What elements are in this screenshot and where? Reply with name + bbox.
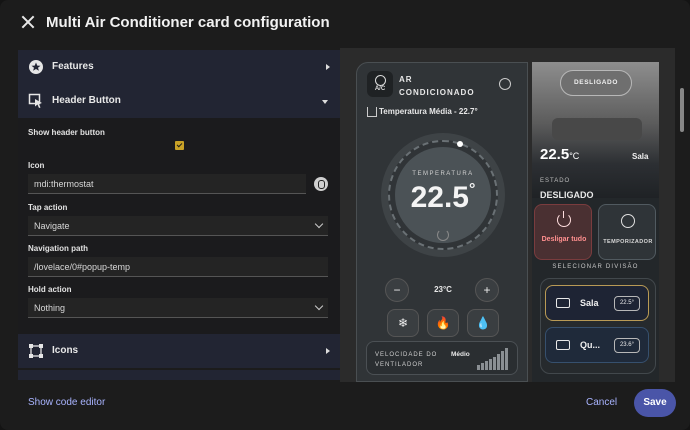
estado-value: DESLIGADO bbox=[540, 190, 594, 200]
timer-button[interactable]: TEMPORIZADOR bbox=[598, 204, 656, 260]
select-room-caption: SELECIONAR DIVISÃO bbox=[552, 264, 639, 270]
ac-card-side: DESLIGADO 22.5°C Sala ESTADO DESLIGADO D… bbox=[532, 62, 659, 382]
home-thermometer-icon bbox=[367, 107, 377, 117]
config-dialog: Multi Air Conditioner card configuration… bbox=[0, 0, 690, 430]
features-expander[interactable]: Features bbox=[18, 50, 340, 84]
power-icon bbox=[557, 211, 571, 227]
timer-label: TEMPORIZADOR bbox=[603, 239, 653, 245]
dialog-title: Multi Air Conditioner card configuration bbox=[46, 14, 330, 31]
status-pill[interactable]: DESLIGADO bbox=[560, 70, 632, 96]
icons-label: Icons bbox=[52, 345, 79, 356]
ac-logo-icon: A/C bbox=[367, 71, 393, 97]
turn-off-all-label: Desligar tudo bbox=[541, 236, 587, 243]
hold-action-select[interactable]: Nothing bbox=[28, 298, 328, 318]
setpoint-value: 23°C bbox=[434, 285, 452, 294]
cursor-click-icon bbox=[28, 93, 42, 108]
features-label: Features bbox=[52, 61, 94, 72]
chevron-down-icon bbox=[322, 100, 328, 104]
dial-handle[interactable] bbox=[457, 141, 463, 147]
tap-action-label: Tap action bbox=[28, 203, 68, 212]
editor-panel: Features Header Button Show header butto… bbox=[18, 50, 340, 380]
thermostat-icon bbox=[314, 177, 328, 191]
water-drop-icon: 💧 bbox=[475, 316, 491, 330]
room-button-name: Qu... bbox=[580, 340, 600, 350]
ac-card-main: A/C AR CONDICIONADO Temperatura Média - … bbox=[356, 62, 528, 382]
room-button-name: Sala bbox=[580, 298, 599, 308]
bed-icon bbox=[556, 340, 570, 350]
show-code-editor-button[interactable]: Show code editor bbox=[28, 397, 105, 408]
dial-value: 22.5° bbox=[395, 181, 491, 215]
chevron-right-icon bbox=[326, 348, 330, 354]
timer-icon bbox=[621, 214, 635, 228]
selection-icon bbox=[29, 344, 43, 358]
hold-action-label: Hold action bbox=[28, 285, 72, 294]
show-header-button-label: Show header button bbox=[28, 128, 105, 137]
fan-speed-level: Médio bbox=[451, 351, 470, 358]
preview-scrollbar[interactable] bbox=[680, 88, 684, 132]
room-list: Sala 22.5° Qu... 23.6° bbox=[540, 278, 656, 374]
star-circle-icon bbox=[29, 60, 43, 74]
dial-number: 22.5 bbox=[410, 181, 469, 214]
sofa-image bbox=[552, 118, 642, 140]
close-icon[interactable] bbox=[18, 12, 38, 32]
estado-caption: ESTADO bbox=[540, 178, 571, 184]
ac-title: AR CONDICIONADO bbox=[399, 75, 475, 97]
card-preview: A/C AR CONDICIONADO Temperatura Média - … bbox=[340, 48, 675, 382]
room-temp-number: 22.5 bbox=[540, 146, 570, 163]
tap-action-select[interactable]: Navigate bbox=[28, 216, 328, 236]
snowflake-icon: ❄ bbox=[397, 316, 409, 330]
room-button-temp: 23.6° bbox=[614, 338, 640, 353]
room-button-sala[interactable]: Sala 22.5° bbox=[545, 285, 649, 321]
icon-label: Icon bbox=[28, 161, 45, 170]
sofa-icon bbox=[556, 298, 570, 308]
fan-speed-label: VELOCIDADE DO VENTILADOR bbox=[375, 352, 438, 368]
navigation-path-label: Navigation path bbox=[28, 244, 89, 253]
header-button-label: Header Button bbox=[52, 95, 121, 106]
signal-bars-icon bbox=[477, 348, 511, 370]
fan-speed-control[interactable]: VELOCIDADE DO VENTILADOR Médio bbox=[366, 341, 518, 375]
room-button-temp: 22.5° bbox=[614, 296, 640, 311]
navigation-path-input[interactable]: /lovelace/0#popup-temp bbox=[28, 257, 328, 277]
decrease-button[interactable]: − bbox=[385, 278, 409, 302]
dial-caption: TEMPERATURA bbox=[412, 171, 474, 177]
dry-mode-button[interactable]: 💧 bbox=[467, 309, 499, 337]
hold-action-value: Nothing bbox=[34, 303, 66, 313]
room-button-quarto[interactable]: Qu... 23.6° bbox=[545, 327, 649, 363]
header-button-expander[interactable]: Header Button bbox=[18, 84, 340, 118]
dial-unit: ° bbox=[468, 181, 476, 198]
chevron-down-icon bbox=[314, 301, 324, 311]
header-action-icon[interactable] bbox=[499, 78, 511, 90]
cancel-button[interactable]: Cancel bbox=[586, 397, 617, 408]
dialog-header: Multi Air Conditioner card configuration bbox=[0, 0, 690, 46]
average-temperature: Temperatura Média - 22.7° bbox=[379, 107, 478, 116]
room-temperature: 22.5°C bbox=[540, 146, 579, 163]
next-expander[interactable] bbox=[18, 370, 340, 380]
icon-input[interactable]: mdi:thermostat bbox=[28, 174, 306, 194]
header-button-section: Show header button Icon mdi:thermostat T… bbox=[18, 118, 340, 344]
cool-mode-button[interactable]: ❄ bbox=[387, 309, 419, 337]
flame-icon: 🔥 bbox=[435, 316, 451, 330]
chevron-down-icon bbox=[314, 219, 324, 229]
save-button[interactable]: Save bbox=[634, 389, 676, 417]
show-header-button-checkbox[interactable] bbox=[175, 141, 184, 150]
power-icon[interactable] bbox=[437, 229, 449, 241]
tap-action-value: Navigate bbox=[34, 221, 70, 231]
increase-button[interactable]: + bbox=[475, 278, 499, 302]
room-temp-unit: °C bbox=[569, 151, 580, 161]
heat-mode-button[interactable]: 🔥 bbox=[427, 309, 459, 337]
icons-expander[interactable]: Icons bbox=[18, 334, 340, 368]
room-name: Sala bbox=[632, 152, 649, 161]
chevron-right-icon bbox=[326, 64, 330, 70]
turn-off-all-button[interactable]: Desligar tudo bbox=[534, 204, 592, 260]
